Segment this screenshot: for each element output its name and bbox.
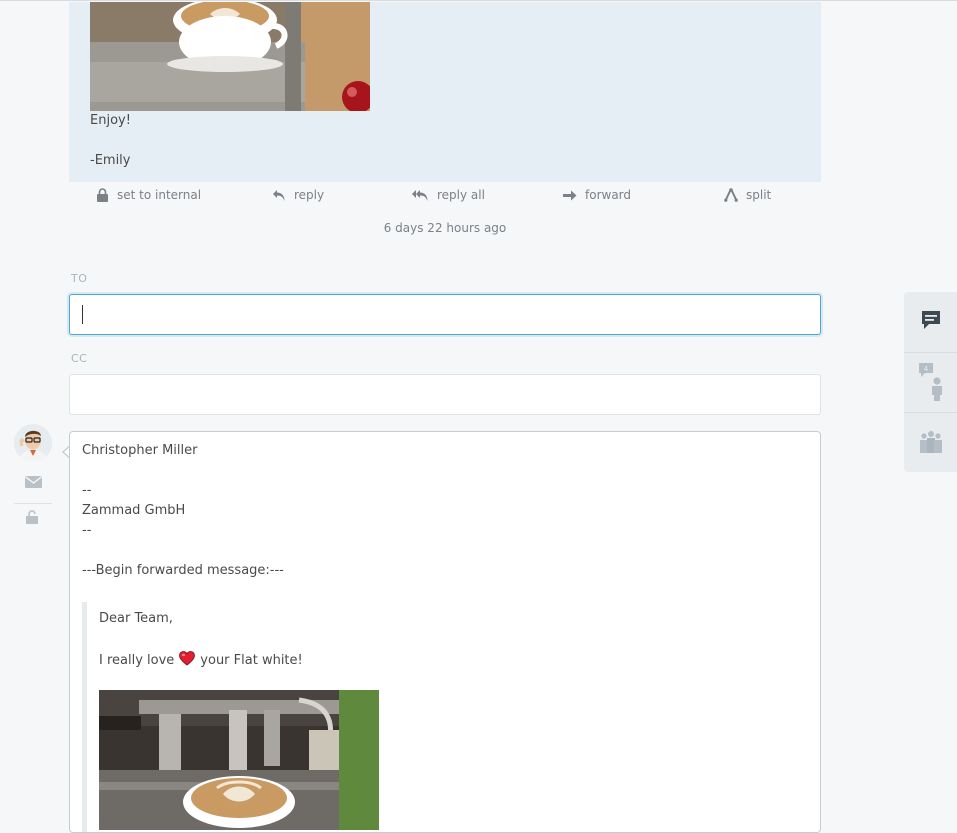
split-icon (724, 188, 738, 202)
forward-label: forward (585, 188, 632, 202)
quote-bar (82, 602, 87, 832)
split-label: split (746, 188, 772, 202)
quote-greeting-text: Dear Team, (99, 611, 173, 626)
forward-icon (563, 190, 577, 201)
espresso-machine-image (99, 690, 379, 830)
top-divider (0, 0, 957, 1)
reply-all-icon (412, 189, 429, 202)
organization-icon (919, 429, 943, 457)
editor-sender-name: Christopher Miller (82, 443, 198, 458)
svg-text:4: 4 (923, 365, 928, 373)
to-label: TO (71, 272, 88, 285)
article-actions: set to internal reply reply all forward … (69, 188, 821, 210)
chat-icon (921, 310, 941, 334)
set-to-internal-label: set to internal (117, 188, 202, 202)
signature-separator: -- (82, 523, 92, 538)
article-timestamp: 6 days 22 hours ago (383, 221, 507, 235)
quote-message: I really love your Flat white! (99, 651, 303, 670)
sidebar-tab-ticket[interactable] (904, 292, 957, 352)
article-signature: -Emily (90, 153, 131, 168)
split-action[interactable]: split (724, 188, 771, 202)
signature-company: Zammad GmbH (82, 503, 186, 518)
reply-all-action[interactable]: reply all (412, 188, 485, 202)
avatar[interactable] (14, 424, 52, 462)
reply-icon (272, 189, 286, 202)
cc-label: CC (71, 352, 88, 365)
forward-header: ---Begin forwarded message:--- (82, 563, 284, 578)
side-divider (14, 503, 52, 504)
quote-text-after: your Flat white! (200, 653, 303, 668)
forward-action[interactable]: forward (563, 188, 631, 202)
cc-input[interactable] (69, 374, 821, 415)
sidebar-tab-customer[interactable]: 4 (904, 352, 957, 413)
sidebar-tab-organization[interactable] (904, 412, 957, 473)
unlocked-icon[interactable] (26, 510, 38, 528)
reply-label: reply (294, 188, 325, 202)
lock-icon (96, 188, 109, 202)
ticket-sidebar-tabs: 4 (904, 292, 957, 472)
article-closing: Enjoy! (90, 113, 131, 128)
customer-icon: 4 (918, 361, 944, 405)
set-to-internal-action[interactable]: set to internal (96, 188, 201, 202)
to-input[interactable] (69, 294, 821, 335)
coffee-cup-image (90, 2, 370, 111)
text-caret (82, 305, 83, 324)
quote-text-before: I really love (99, 653, 175, 668)
previous-article-body: Enjoy! -Emily (69, 2, 821, 182)
reply-action[interactable]: reply (272, 188, 324, 202)
heart-icon (179, 651, 196, 670)
reply-editor[interactable]: Christopher Miller -- Zammad GmbH -- ---… (69, 431, 821, 833)
reply-all-label: reply all (437, 188, 485, 202)
signature-separator: -- (82, 483, 92, 498)
quote-greeting: Dear Team, (99, 611, 173, 626)
email-icon[interactable] (25, 476, 42, 492)
